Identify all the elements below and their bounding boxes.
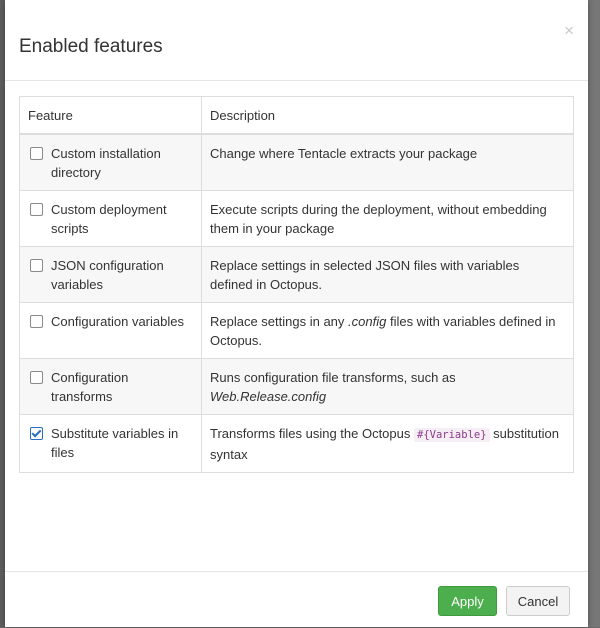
feature-checkbox-row[interactable]: Configuration variables	[28, 312, 193, 331]
features-table-wrap: Feature Description Custom installation …	[19, 96, 574, 473]
checkbox[interactable]	[30, 259, 43, 272]
description-cell: Execute scripts during the deployment, w…	[201, 190, 574, 247]
description-text: Runs configuration file transforms, such…	[210, 370, 456, 385]
apply-button[interactable]: Apply	[438, 586, 497, 616]
dialog-title: Enabled features	[19, 36, 163, 57]
feature-cell: Configuration transforms	[19, 358, 202, 415]
description-text: Execute scripts during the deployment, w…	[210, 202, 547, 236]
close-icon[interactable]: ×	[564, 22, 574, 39]
feature-label[interactable]: JSON configuration variables	[51, 256, 193, 294]
feature-cell: Custom installation directory	[19, 133, 202, 191]
feature-checkbox-row[interactable]: Substitute variables in files	[28, 424, 193, 462]
feature-cell: JSON configuration variables	[19, 246, 202, 303]
table-row: JSON configuration variables Replace sett…	[19, 246, 574, 303]
feature-label[interactable]: Configuration transforms	[51, 368, 193, 406]
description-cell: Runs configuration file transforms, such…	[201, 358, 574, 415]
description-cell: Replace settings in any .config files wi…	[201, 302, 574, 359]
dialog-header: Enabled features ×	[5, 0, 588, 81]
feature-checkbox-row[interactable]: Custom installation directory	[28, 144, 193, 182]
checkbox[interactable]	[30, 147, 43, 160]
checkbox[interactable]	[30, 315, 43, 328]
background-edge-right	[588, 0, 600, 627]
table-row: Custom deployment scripts Execute scripts…	[19, 190, 574, 247]
table-row: Configuration transforms Runs configurati…	[19, 358, 574, 415]
description-cell: Transforms files using the Octopus #{Var…	[201, 414, 574, 473]
column-header-feature: Feature	[19, 96, 202, 135]
description-text: Transforms files using the Octopus	[210, 426, 414, 441]
feature-cell: Substitute variables in files	[19, 414, 202, 473]
dialog-footer: Apply Cancel	[5, 571, 588, 628]
feature-label[interactable]: Custom installation directory	[51, 144, 193, 182]
description-emphasis: .config	[348, 314, 387, 329]
description-text: Change where Tentacle extracts your pack…	[210, 146, 478, 161]
checkbox[interactable]	[30, 371, 43, 384]
feature-label[interactable]: Configuration variables	[51, 312, 184, 331]
description-emphasis: Web.Release.config	[210, 389, 327, 404]
cancel-button[interactable]: Cancel	[506, 586, 570, 616]
table-row: Custom installation directory Change wher…	[19, 133, 574, 191]
description-cell: Change where Tentacle extracts your pack…	[201, 133, 574, 191]
feature-label[interactable]: Custom deployment scripts	[51, 200, 193, 238]
checkbox-checked[interactable]	[30, 427, 43, 440]
table-body: Custom installation directory Change wher…	[19, 133, 574, 473]
table-header-row: Feature Description	[19, 96, 574, 135]
table-row: Substitute variables in files Transforms …	[19, 414, 574, 473]
table-row: Configuration variables Replace settings …	[19, 302, 574, 359]
description-cell: Replace settings in selected JSON files …	[201, 246, 574, 303]
description-text: Replace settings in any	[210, 314, 349, 329]
feature-cell: Custom deployment scripts	[19, 190, 202, 247]
variable-syntax-code: #{Variable}	[414, 428, 490, 442]
feature-cell: Configuration variables	[19, 302, 202, 359]
features-table: Feature Description Custom installation …	[19, 96, 574, 473]
description-text: Replace settings in selected JSON files …	[210, 258, 520, 292]
enabled-features-dialog: Enabled features × Feature Description C…	[5, 0, 588, 627]
feature-checkbox-row[interactable]: Custom deployment scripts	[28, 200, 193, 238]
checkbox[interactable]	[30, 203, 43, 216]
feature-checkbox-row[interactable]: JSON configuration variables	[28, 256, 193, 294]
column-header-description: Description	[201, 96, 574, 135]
feature-checkbox-row[interactable]: Configuration transforms	[28, 368, 193, 406]
feature-label[interactable]: Substitute variables in files	[51, 424, 193, 462]
